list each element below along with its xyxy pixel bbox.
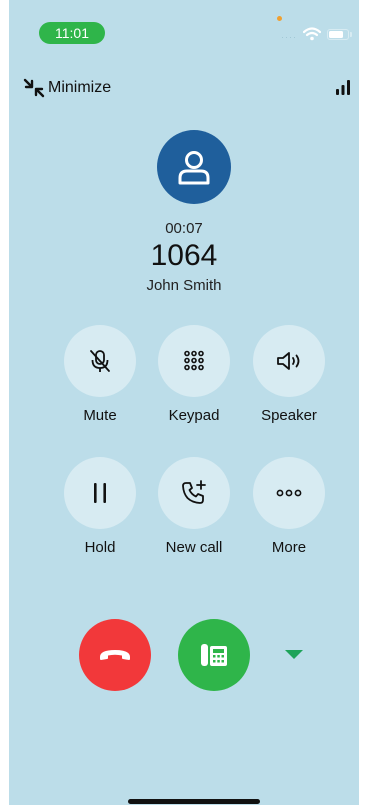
desk-phone-icon: [201, 644, 227, 666]
new-call-circle[interactable]: [158, 457, 230, 529]
speaker-button[interactable]: Speaker: [253, 325, 325, 424]
status-bar: 11:01 ····: [9, 0, 359, 50]
mic-off-icon: [90, 350, 110, 372]
speaker-circle[interactable]: [253, 325, 325, 397]
hold-button[interactable]: Hold: [64, 457, 136, 556]
speaker-icon: [277, 352, 300, 370]
mic-in-use-indicator: [277, 16, 282, 21]
call-screen: 11:01 ···· Minimize 00:07 1064 John Smit: [9, 0, 359, 805]
caller-number: 1064: [150, 239, 218, 272]
mute-button[interactable]: Mute: [64, 325, 136, 424]
new-call-button[interactable]: New call: [158, 457, 230, 556]
more-icon: [276, 489, 302, 497]
keypad-circle[interactable]: [158, 325, 230, 397]
minimize-button[interactable]: Minimize: [23, 76, 111, 100]
pause-icon: [94, 483, 106, 503]
cellular-signal-icon: ····: [281, 32, 297, 42]
wifi-icon: [303, 27, 321, 41]
call-quality-icon[interactable]: [335, 78, 351, 96]
desk-phone-button[interactable]: [178, 619, 250, 691]
mute-circle[interactable]: [64, 325, 136, 397]
minimize-label: Minimize: [48, 79, 112, 96]
more-label: More: [271, 539, 307, 556]
keypad-icon: [184, 350, 204, 371]
person-icon: [178, 151, 210, 185]
caret-down-icon[interactable]: [284, 649, 304, 660]
end-call-button[interactable]: [79, 619, 151, 691]
contact-avatar: [157, 130, 231, 204]
minimize-icon: [23, 78, 45, 98]
battery-tip: [350, 32, 352, 37]
call-timer: 00:07: [165, 220, 203, 237]
contact-name: John Smith: [146, 277, 222, 294]
hang-up-icon: [100, 650, 130, 660]
status-time: 11:01: [39, 22, 105, 44]
home-indicator: [128, 799, 260, 804]
keypad-button[interactable]: Keypad: [158, 325, 230, 424]
battery-icon: [327, 29, 349, 40]
more-circle[interactable]: [253, 457, 325, 529]
hold-circle[interactable]: [64, 457, 136, 529]
phone-add-icon: [182, 480, 206, 504]
speaker-label: Speaker: [261, 407, 317, 424]
more-button[interactable]: More: [253, 457, 325, 556]
